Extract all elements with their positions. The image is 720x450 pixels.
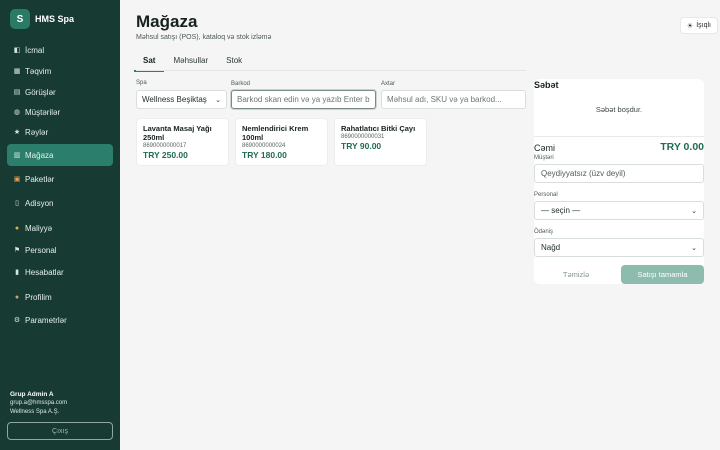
package-icon: ▣ — [13, 176, 21, 183]
sidebar-item-label: Mağaza — [25, 150, 54, 160]
user-email: grup.a@hmsspa.com — [10, 400, 68, 406]
sidebar-item-label: Görüşlər — [25, 87, 56, 97]
staff-label: Personal — [534, 192, 558, 198]
chevron-down-icon: ⌄ — [215, 96, 221, 104]
store-icon: ▥ — [13, 152, 21, 159]
sidebar-item-teqvim[interactable]: ▦ Təqvim — [7, 61, 113, 81]
sidebar-item-profilim[interactable]: ● Profilim — [7, 287, 113, 307]
total-label: Cəmi — [534, 143, 556, 153]
sidebar-item-label: İcmal — [25, 45, 45, 55]
sidebar-item-adisyon[interactable]: ▯ Adisyon — [7, 193, 113, 213]
chevron-down-icon: ⌄ — [691, 244, 697, 252]
spa-select-value: Wellness Beşiktaş — [142, 95, 207, 104]
logout-button[interactable]: Çıxış — [7, 422, 113, 440]
star-icon: ★ — [13, 129, 21, 136]
profile-icon: ● — [14, 293, 20, 301]
sidebar-item-label: Maliyyə — [25, 223, 53, 233]
sidebar-item-label: Profilim — [25, 292, 52, 302]
theme-toggle-button[interactable]: ☀ İşıqlı — [679, 17, 718, 34]
staff-select-value: — seçin — — [541, 206, 581, 215]
product-price: TRY 180.00 — [242, 150, 287, 160]
payment-select[interactable]: Nağd ⌄ — [534, 238, 704, 257]
calendar-icon: ▦ — [13, 68, 21, 75]
page-title: Mağaza — [136, 12, 198, 31]
tabs-divider — [136, 70, 526, 71]
product-barcode: 8690000000031 — [341, 134, 385, 140]
product-price: TRY 250.00 — [143, 150, 188, 160]
sidebar-item-label: Paketlər — [25, 174, 55, 184]
sidebar-item-label: Müştərilər — [25, 107, 61, 117]
product-barcode: 8690000000024 — [242, 143, 286, 149]
sun-icon: ☀ — [686, 22, 694, 30]
sidebar-item-paketler[interactable]: ▣ Paketlər — [7, 169, 113, 189]
sidebar-item-magaza[interactable]: ▥ Mağaza — [7, 144, 113, 166]
product-name: Rahatlatıcı Bitki Çayı — [341, 124, 416, 133]
sidebar-item-reyler[interactable]: ★ Rəylər — [7, 122, 113, 142]
product-name: Nemlendirici Krem 100ml — [242, 124, 309, 142]
theme-toggle-label: İşıqlı — [696, 22, 711, 29]
brand-name: HMS Spa — [35, 14, 75, 24]
total-value: TRY 0.00 — [660, 141, 704, 153]
spa-label: Spa — [136, 80, 147, 86]
customer-placeholder: Qeydiyyatsız (üzv deyil) — [541, 169, 626, 178]
user-info: Grup Admin A grup.a@hmsspa.com Wellness … — [10, 390, 67, 417]
spa-select[interactable]: Wellness Beşiktaş ⌄ — [136, 90, 227, 109]
sidebar-item-label: Rəylər — [25, 127, 49, 137]
customers-icon: ◍ — [13, 109, 21, 116]
main-content: Mağaza Məhsul satışı (POS), kataloq və s… — [120, 0, 720, 450]
reports-icon: ▮ — [15, 269, 19, 276]
brand-logo: S — [10, 9, 30, 29]
customer-field[interactable]: Qeydiyyatsız (üzv deyil) — [534, 164, 704, 183]
user-org: Wellness Spa A.Ş. — [10, 409, 60, 415]
cart-title: Səbət — [534, 80, 559, 90]
sidebar-item-parametrler[interactable]: ⚙ Parametrlər — [7, 310, 113, 330]
sidebar-item-hesabatlar[interactable]: ▮ Hesabatlar — [7, 262, 113, 282]
chevron-down-icon: ⌄ — [691, 207, 697, 215]
product-name: Lavanta Masaj Yağı 250ml — [143, 124, 212, 142]
complete-sale-button[interactable]: Satışı tamamla — [621, 265, 704, 284]
sidebar-item-label: Parametrlər — [25, 315, 67, 325]
sidebar-item-musteriler[interactable]: ◍ Müştərilər — [7, 102, 113, 122]
product-card[interactable]: Lavanta Masaj Yağı 250ml 8690000000017 T… — [136, 118, 229, 166]
product-price: TRY 90.00 — [341, 141, 382, 151]
sidebar-item-icmal[interactable]: ◧ İcmal — [7, 40, 113, 60]
search-input[interactable] — [381, 90, 526, 109]
user-name: Grup Admin A — [10, 391, 54, 398]
dashboard-icon: ◧ — [13, 47, 21, 54]
clear-cart-button[interactable]: Təmizlə — [534, 265, 618, 284]
sidebar-item-personal[interactable]: ⚑ Personal — [7, 240, 113, 260]
sidebar-item-label: Personal — [25, 245, 57, 255]
gear-icon: ⚙ — [13, 317, 21, 324]
payment-label: Ödəniş — [534, 229, 554, 235]
flag-icon: ⚑ — [13, 247, 21, 254]
receipt-icon: ▯ — [15, 200, 19, 207]
search-label: Axtar — [381, 81, 396, 87]
sidebar: S HMS Spa ◧ İcmal ▦ Təqvim ▤ Görüşlər ◍ Müşt… — [0, 0, 120, 450]
barcode-label: Barkod — [231, 81, 251, 87]
payment-select-value: Nağd — [541, 243, 561, 252]
barcode-input[interactable] — [231, 90, 376, 109]
money-bag-icon: ● — [14, 224, 20, 232]
appointments-icon: ▤ — [13, 89, 21, 96]
product-barcode: 8690000000017 — [143, 143, 187, 149]
page-subtitle: Məhsul satışı (POS), kataloq və stok izl… — [136, 34, 272, 41]
product-card[interactable]: Nemlendirici Krem 100ml 8690000000024 TR… — [235, 118, 328, 166]
staff-select[interactable]: — seçin — ⌄ — [534, 201, 704, 220]
customer-label: Müştəri — [534, 155, 554, 161]
sidebar-item-label: Hesabatlar — [25, 267, 64, 277]
sidebar-item-label: Təqvim — [25, 66, 52, 76]
sidebar-item-label: Adisyon — [25, 198, 54, 208]
cart-empty-message: Səbət boşdur. — [595, 105, 643, 114]
divider — [534, 136, 704, 137]
cart-panel: Səbət Səbət boşdur. Cəmi TRY 0.00 Müştər… — [534, 79, 704, 284]
sidebar-item-gorusler[interactable]: ▤ Görüşlər — [7, 82, 113, 102]
sidebar-item-maliyye[interactable]: ● Maliyyə — [7, 218, 113, 238]
brand[interactable]: S HMS Spa — [10, 9, 74, 29]
product-card[interactable]: Rahatlatıcı Bitki Çayı 8690000000031 TRY… — [334, 118, 427, 166]
